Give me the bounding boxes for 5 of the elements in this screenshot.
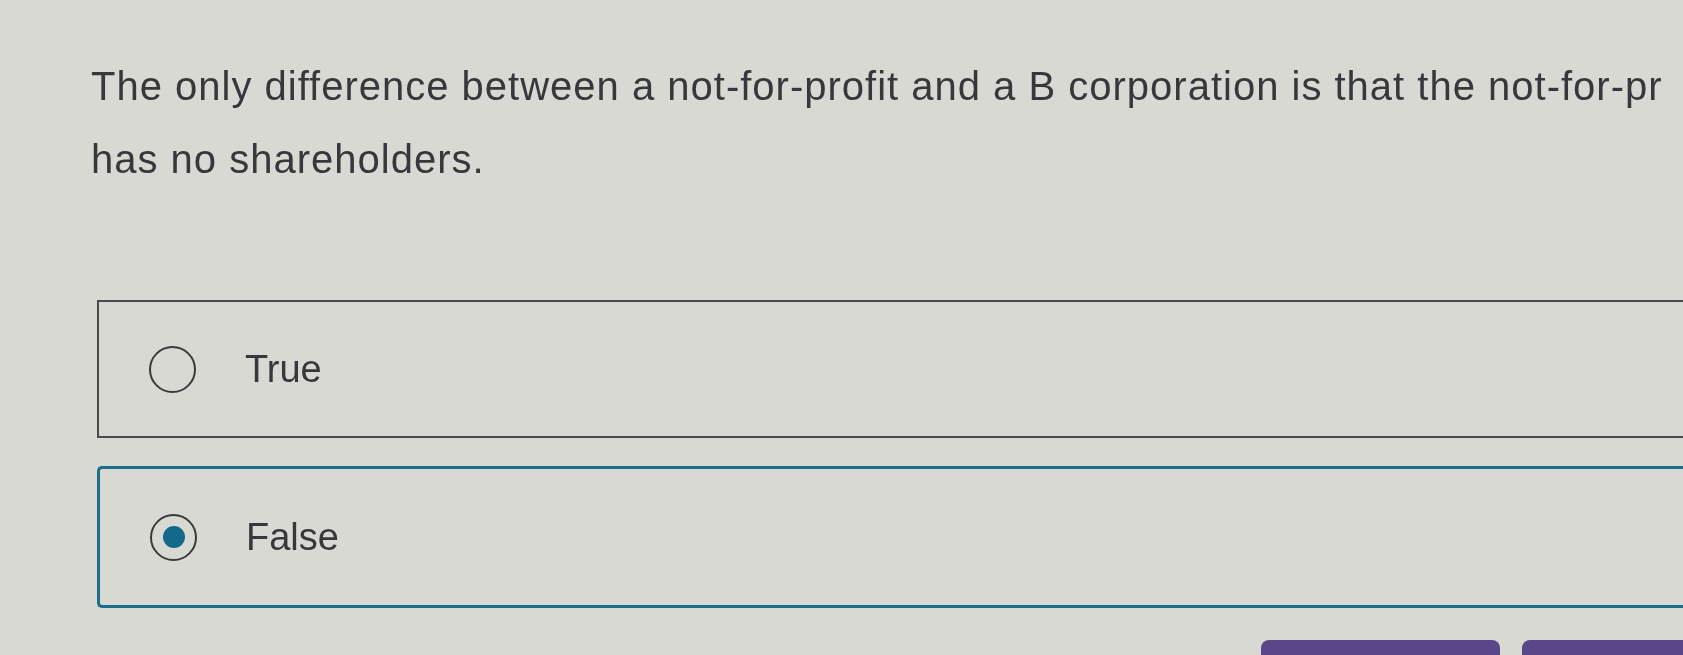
answer-option[interactable]: False	[97, 466, 1683, 608]
question-text: The only difference between a not-for-profit and a B corporation is that the not-for-pr has no shareholders.	[91, 63, 1663, 183]
answer-option[interactable]: True	[97, 300, 1683, 438]
radio-button[interactable]	[150, 513, 197, 561]
radio-button[interactable]	[149, 345, 196, 393]
